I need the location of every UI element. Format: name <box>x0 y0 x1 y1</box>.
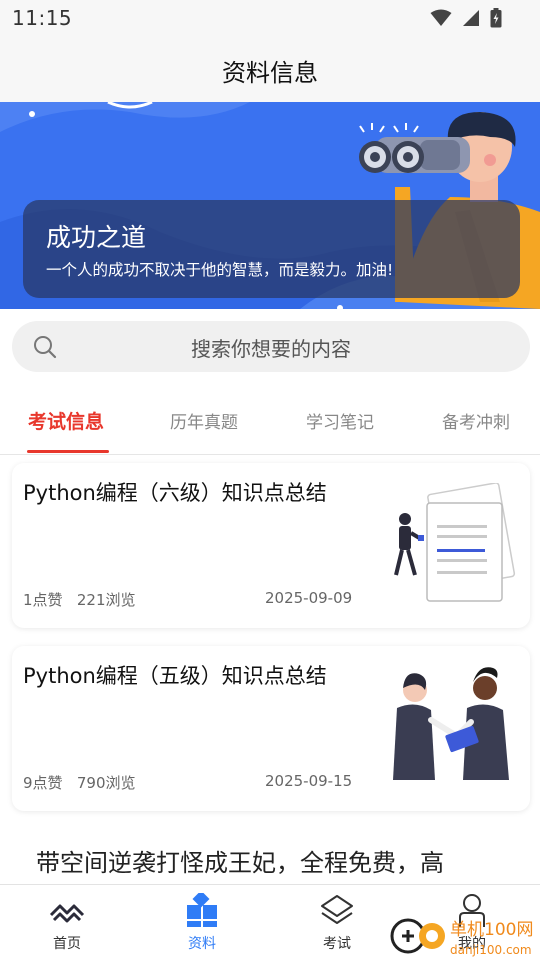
article-card[interactable]: Python编程（六级）知识点总结 1点赞 221浏览 2025-09-09 <box>12 463 530 628</box>
article-likes: 1点赞 <box>23 591 63 609</box>
navigation-bar: 资料信息 <box>0 36 540 102</box>
promo-banner[interactable]: 成功之道 一个人的成功不取决于他的智慧，而是毅力。加油! <box>0 102 540 309</box>
tab-study-notes[interactable]: 学习笔记 <box>306 408 374 433</box>
battery-charging-icon <box>490 8 502 28</box>
tab-past-papers[interactable]: 历年真题 <box>170 408 238 433</box>
svg-text:单机100网: 单机100网 <box>450 920 533 940</box>
nav-home[interactable]: 首页 <box>17 885 117 960</box>
grid-icon <box>187 893 217 927</box>
article-date: 2025-09-15 <box>265 772 353 790</box>
banner-title: 成功之道 <box>46 223 147 252</box>
banner-quote-card: 成功之道 一个人的成功不取决于他的智慧，而是毅力。加油! <box>23 200 520 298</box>
mountain-icon <box>49 904 85 923</box>
nav-materials[interactable]: 资料 <box>152 885 252 960</box>
svg-text:danji100.com: danji100.com <box>450 943 532 957</box>
category-tabs: 考试信息 历年真题 学习笔记 备考冲刺 <box>0 388 540 455</box>
nav-exam-label: 考试 <box>323 936 351 952</box>
nav-exam[interactable]: 考试 <box>287 885 387 960</box>
article-title: Python编程（五级）知识点总结 <box>23 664 327 688</box>
tab-exam-sprint[interactable]: 备考冲刺 <box>442 408 510 433</box>
nav-home-label: 首页 <box>53 936 81 952</box>
tab-exam-info[interactable]: 考试信息 <box>28 407 104 434</box>
status-bar: 11:15 <box>0 0 540 36</box>
status-icons <box>430 8 502 28</box>
layers-icon <box>321 895 353 924</box>
article-thumbnail <box>393 667 509 780</box>
search-input[interactable]: 搜索你想要的内容 <box>12 321 530 372</box>
active-tab-indicator <box>27 450 109 453</box>
watermark-logo: 单机100网 danji100.com <box>390 918 533 957</box>
article-title: Python编程（六级）知识点总结 <box>23 481 327 505</box>
article-views: 221浏览 <box>76 591 136 609</box>
feature-article-title[interactable]: 带空间逆袭打怪成王妃，全程免费，高 <box>36 846 516 880</box>
cellular-signal-icon <box>463 10 479 26</box>
page-title: 资料信息 <box>222 59 318 87</box>
article-thumbnail <box>394 483 516 602</box>
search-placeholder: 搜索你想要的内容 <box>191 337 351 361</box>
nav-materials-label: 资料 <box>188 936 216 952</box>
article-stats: 9点赞 790浏览 <box>23 772 136 793</box>
wifi-icon <box>430 9 452 26</box>
article-views: 790浏览 <box>76 774 136 792</box>
article-stats: 1点赞 221浏览 <box>23 589 136 610</box>
status-time: 11:15 <box>12 6 73 30</box>
article-date: 2025-09-09 <box>265 589 353 607</box>
article-likes: 9点赞 <box>23 774 63 792</box>
article-card[interactable]: Python编程（五级）知识点总结 9点赞 790浏览 2025-09-15 <box>12 646 530 811</box>
banner-subtitle: 一个人的成功不取决于他的智慧，而是毅力。加油! <box>46 261 394 279</box>
